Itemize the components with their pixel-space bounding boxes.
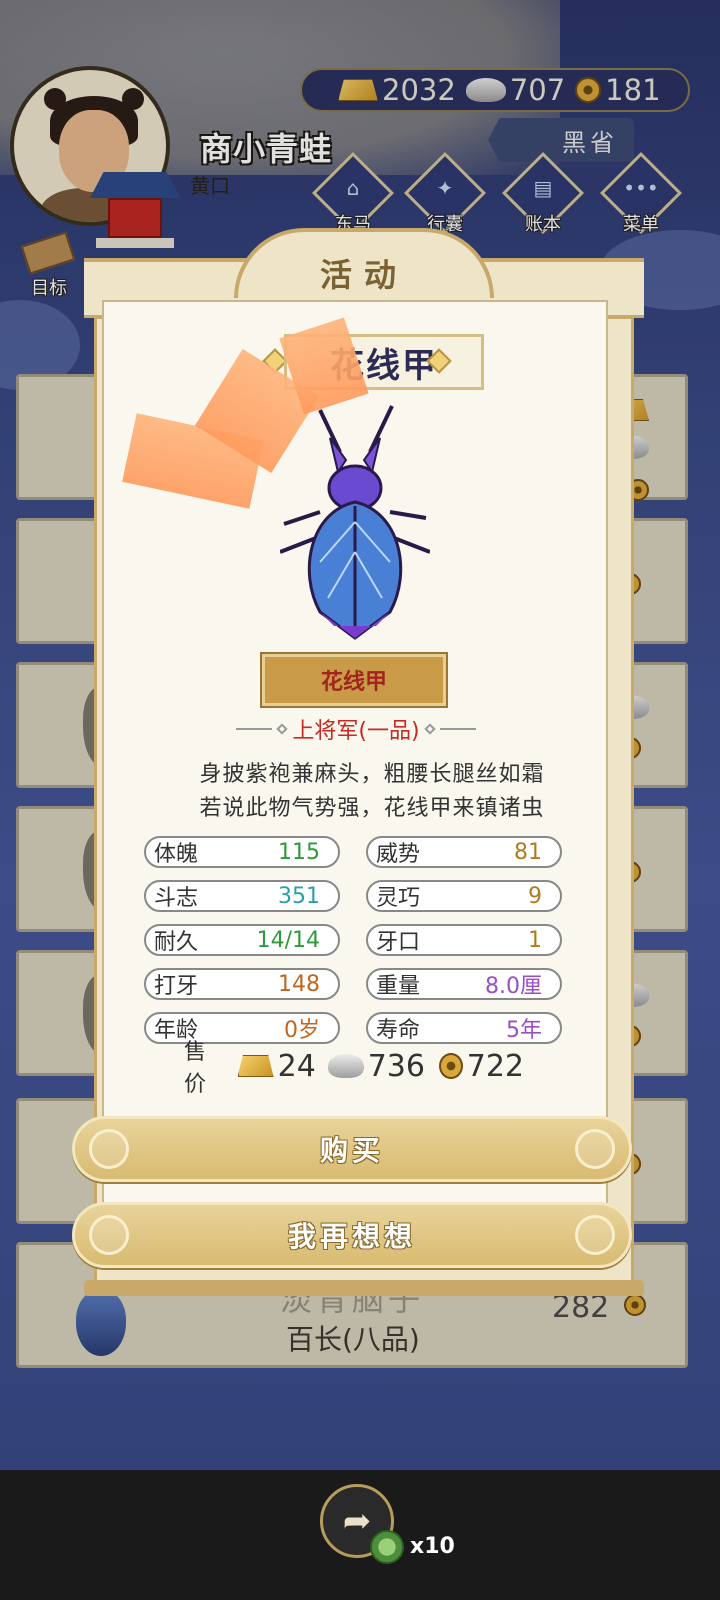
stat-value: 0岁 — [284, 1018, 320, 1043]
stat-teeth: 牙口 1 — [366, 924, 562, 956]
insect-nameplate: 花线甲 — [260, 652, 448, 708]
swirl-ornament — [89, 1215, 129, 1255]
reward-count: x10 — [410, 1534, 455, 1559]
swirl-ornament — [575, 1215, 615, 1255]
stat-label: 寿命 — [376, 1018, 421, 1043]
stat-value: 5年 — [506, 1018, 542, 1043]
beetle-illustration — [280, 405, 430, 640]
stat-value: 351 — [278, 883, 320, 909]
grade-row: 上将军(一品) — [228, 714, 484, 744]
stat-value: 115 — [278, 839, 320, 865]
divider-line — [439, 728, 476, 730]
gold-ingot-icon — [237, 1055, 274, 1077]
activity-dialog: 活动 花线甲 花线甲 上将军(一品) 身披紫袍兼麻头，粗腰长腿丝如霜 若说此物气… — [72, 228, 644, 1296]
description-line-2: 若说此物气势强，花线甲来镇诸虫 — [199, 796, 545, 821]
stat-age: 年龄 0岁 — [144, 1012, 340, 1044]
copper-coin-icon — [438, 1053, 463, 1079]
stat-value: 9 — [528, 883, 542, 909]
price-silver: 736 — [367, 1048, 425, 1084]
stat-physique: 体魄 115 — [144, 836, 340, 868]
price-row: 售价 24 736 722 — [184, 1040, 524, 1097]
buy-label: 购买 — [319, 1134, 384, 1167]
silver-ingot-icon — [327, 1054, 364, 1078]
dialog-bottom-edge — [84, 1280, 644, 1296]
stat-might: 威势 81 — [366, 836, 562, 868]
dialog-title: 活动 — [319, 256, 408, 294]
swirl-ornament — [89, 1129, 129, 1169]
stat-agility: 灵巧 9 — [366, 880, 562, 912]
divider-line — [236, 728, 273, 730]
bottom-bar: ➦ x10 — [0, 1470, 720, 1600]
stat-label: 体魄 — [154, 842, 199, 867]
stat-label: 重量 — [376, 974, 421, 999]
stat-value: 14/14 — [256, 927, 320, 953]
swirl-ornament — [575, 1129, 615, 1169]
stat-value: 8.0厘 — [485, 974, 542, 999]
stat-value: 148 — [278, 971, 320, 997]
diamond-ornament — [423, 723, 436, 735]
stat-label: 威势 — [376, 842, 421, 867]
stat-lifespan: 寿命 5年 — [366, 1012, 562, 1044]
stat-label: 牙口 — [376, 930, 421, 955]
stat-label: 耐久 — [154, 930, 199, 955]
jade-reward-icon — [370, 1530, 404, 1564]
reconsider-button[interactable]: 我再想想 — [72, 1202, 632, 1268]
description-line-1: 身披紫袍兼麻头，粗腰长腿丝如霜 — [199, 762, 545, 787]
stat-label: 打牙 — [154, 974, 199, 999]
stat-value: 81 — [514, 839, 542, 865]
reconsider-label: 我再想想 — [287, 1220, 416, 1253]
buy-button[interactable]: 购买 — [72, 1116, 632, 1182]
stat-label: 斗志 — [154, 886, 199, 911]
stat-spirit: 斗志 351 — [144, 880, 340, 912]
price-gold: 24 — [277, 1048, 316, 1084]
stat-value: 1 — [528, 927, 542, 953]
price-coins: 722 — [466, 1048, 524, 1084]
insect-grade: 上将军(一品) — [292, 719, 420, 744]
stat-durability: 耐久 14/14 — [144, 924, 340, 956]
diamond-ornament — [276, 723, 289, 735]
share-arrow-icon: ➦ — [342, 1501, 372, 1541]
stat-weight: 重量 8.0厘 — [366, 968, 562, 1000]
stat-label: 灵巧 — [376, 886, 421, 911]
stat-bite: 打牙 148 — [144, 968, 340, 1000]
price-label: 售价 — [184, 1040, 207, 1097]
